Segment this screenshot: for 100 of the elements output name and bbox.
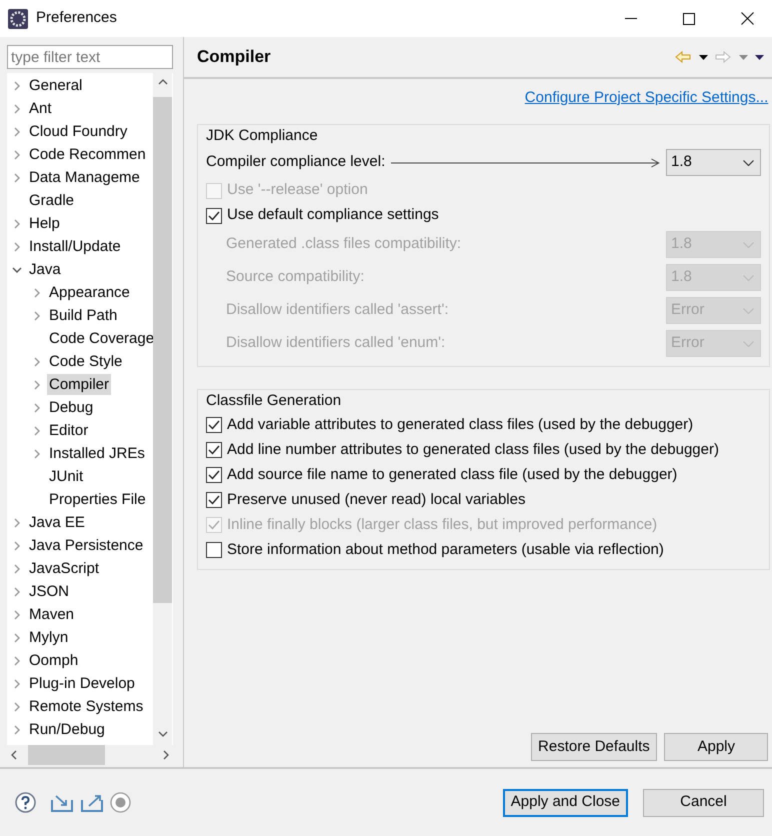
caret-icon — [743, 274, 754, 280]
scrollbar-thumb[interactable] — [153, 97, 172, 603]
tree-item[interactable]: Run/Debug — [27, 719, 107, 740]
scroll-left-icon[interactable] — [11, 750, 17, 760]
collapsed-icon[interactable] — [12, 126, 22, 136]
collapsed-icon[interactable] — [32, 288, 42, 298]
tree-item[interactable]: Appearance — [47, 282, 132, 303]
maximize-icon[interactable] — [683, 12, 695, 24]
tree-item[interactable]: Cloud Foundry — [27, 121, 130, 142]
checkbox-label: Inline finally blocks (larger class files, but improved performance) — [227, 514, 658, 535]
collapsed-icon[interactable] — [12, 586, 22, 596]
collapsed-icon[interactable] — [12, 564, 22, 574]
tree-item[interactable]: Code Style — [47, 351, 124, 372]
collapsed-icon[interactable] — [12, 518, 22, 528]
back-icon[interactable] — [675, 51, 691, 63]
checkbox-label: Store information about method parameters (usable via reflection) — [227, 540, 664, 560]
tree-item[interactable]: Oomph — [27, 650, 80, 671]
project-settings-link[interactable]: Configure Project Specific Settings... — [524, 87, 768, 110]
tree-item[interactable]: Remote Systems — [27, 696, 146, 717]
tree-item[interactable]: Plug-in Develop — [27, 673, 137, 694]
collapsed-icon[interactable] — [12, 150, 22, 160]
tree-item[interactable]: Ant — [27, 98, 54, 119]
checkbox-label: Add line number attributes to generated class files (used by the debugger) — [227, 440, 719, 460]
tree-item[interactable]: Properties File — [47, 489, 148, 510]
tree-item[interactable]: Build Path — [47, 305, 120, 326]
tree-item[interactable]: Installed JREs — [47, 443, 147, 464]
button[interactable]: Apply — [664, 733, 768, 761]
checkbox[interactable] — [206, 208, 222, 224]
collapsed-icon[interactable] — [32, 380, 42, 390]
tree-item[interactable]: Java — [27, 259, 63, 280]
tree-item[interactable]: Mylyn — [27, 627, 70, 648]
collapsed-icon[interactable] — [12, 610, 22, 620]
tree-item[interactable]: Java EE — [27, 512, 87, 533]
collapsed-icon[interactable] — [32, 402, 42, 412]
forward-icon[interactable] — [715, 51, 731, 63]
tree-item[interactable]: Install/Update — [27, 236, 123, 257]
tree-item[interactable]: Maven — [27, 604, 76, 625]
tree-item[interactable]: Java Persistence — [27, 535, 146, 556]
collapsed-icon[interactable] — [12, 656, 22, 666]
menu-icon[interactable] — [755, 54, 764, 60]
caret-icon — [743, 242, 754, 248]
collapsed-icon[interactable] — [32, 448, 42, 458]
collapsed-icon[interactable] — [12, 172, 22, 182]
tree-item[interactable]: JSON — [27, 581, 72, 602]
collapsed-icon[interactable] — [32, 356, 42, 366]
collapsed-icon[interactable] — [12, 540, 22, 550]
tree-item[interactable]: Gradle — [27, 190, 76, 211]
scrollbar-thumb[interactable] — [28, 745, 105, 765]
tree-item[interactable]: Compiler — [47, 374, 112, 395]
tree-item[interactable]: Code Recommen — [27, 144, 148, 165]
field-label: Generated .class files compatibility: — [226, 234, 462, 254]
minimize-icon[interactable] — [625, 18, 637, 20]
window-title: Preferences — [36, 8, 117, 28]
record-icon[interactable] — [110, 792, 131, 813]
button[interactable]: Apply and Close — [502, 788, 628, 816]
caret-icon — [743, 160, 754, 166]
tree-item[interactable]: Editor — [47, 420, 90, 441]
expanded-icon[interactable] — [12, 264, 22, 274]
collapsed-icon[interactable] — [12, 724, 22, 734]
export-icon[interactable] — [80, 794, 102, 812]
tree-item[interactable]: Data Manageme — [27, 167, 142, 188]
close-icon[interactable] — [740, 12, 754, 25]
checkbox[interactable] — [206, 467, 222, 483]
checkbox[interactable] — [206, 417, 222, 433]
collapsed-icon[interactable] — [12, 104, 22, 114]
button[interactable]: Restore Defaults — [531, 733, 657, 761]
checkbox[interactable] — [206, 492, 222, 508]
tree-item[interactable]: Debug — [47, 397, 96, 418]
collapsed-icon[interactable] — [12, 678, 22, 688]
checkbox-label: Add source file name to generated class file (used by the debugger) — [227, 464, 678, 485]
help-icon[interactable] — [15, 792, 36, 813]
checkbox[interactable] — [206, 542, 222, 558]
dropdown[interactable]: 1.8 — [666, 149, 761, 176]
tree-item[interactable]: General — [27, 75, 84, 96]
checkbox-label: Use '--release' option — [227, 180, 368, 200]
filter-field[interactable]: type filter text — [7, 45, 173, 69]
dropdown-icon[interactable] — [698, 54, 708, 60]
field-label: Disallow identifiers called 'enum': — [226, 333, 446, 354]
checkbox-label: Preserve unused (never read) local variables — [227, 490, 526, 510]
checkbox-label: Use default compliance settings — [227, 205, 439, 226]
tree-item[interactable]: JUnit — [47, 466, 86, 487]
app-icon — [8, 8, 28, 28]
tree-item[interactable]: Code Coverage — [47, 328, 153, 349]
collapsed-icon[interactable] — [32, 426, 42, 436]
tree-item[interactable]: Help — [27, 213, 62, 234]
collapsed-icon[interactable] — [12, 242, 22, 252]
tree-item[interactable]: JavaScript — [27, 558, 102, 579]
scroll-down-icon[interactable] — [158, 731, 168, 737]
checkbox[interactable] — [206, 442, 222, 458]
collapsed-icon[interactable] — [12, 218, 22, 228]
scroll-up-icon[interactable] — [158, 79, 168, 85]
collapsed-icon[interactable] — [12, 632, 22, 642]
button[interactable]: Cancel — [643, 788, 764, 816]
scroll-right-icon[interactable] — [163, 750, 169, 760]
import-icon[interactable] — [51, 794, 73, 812]
collapsed-icon[interactable] — [12, 702, 22, 712]
collapsed-icon[interactable] — [12, 80, 22, 90]
caret-icon — [743, 340, 754, 346]
collapsed-icon[interactable] — [32, 310, 42, 320]
checkbox-label: Add variable attributes to generated class files (used by the debugger) — [227, 414, 694, 435]
